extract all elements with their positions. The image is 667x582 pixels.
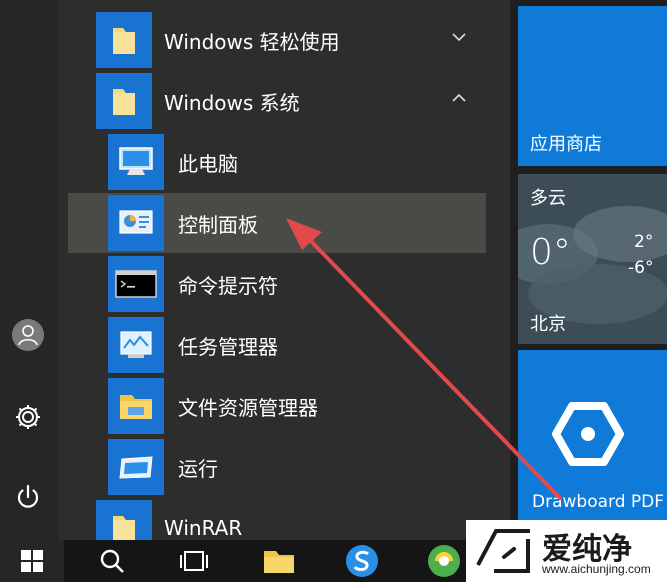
file-explorer-icon: [108, 378, 164, 434]
start-menu-rail: [0, 0, 58, 540]
taskbar-app-s[interactable]: [338, 540, 386, 582]
list-item-this-pc[interactable]: 此电脑: [58, 132, 488, 192]
chevron-down-icon[interactable]: [450, 28, 468, 46]
gear-icon: [16, 405, 40, 429]
tiles-area: 应用商店 多云 0° 2° -6° 北京 Drawboard PDF: [510, 0, 667, 540]
list-item-label: Windows 系统: [164, 90, 300, 115]
task-view-button[interactable]: [172, 540, 216, 582]
search-button[interactable]: [90, 540, 134, 582]
list-item-label: 任务管理器: [178, 334, 278, 359]
weather-condition: 多云: [530, 188, 566, 209]
app-s-icon: [346, 545, 378, 577]
drawboard-tile[interactable]: Drawboard PDF: [518, 350, 667, 522]
store-tile[interactable]: 应用商店: [518, 6, 667, 166]
list-item-task-manager[interactable]: 任务管理器: [58, 315, 488, 375]
computer-icon: [108, 134, 164, 190]
settings-button[interactable]: [9, 398, 47, 436]
list-item-label: Windows 轻松使用: [164, 29, 340, 54]
start-button[interactable]: [0, 540, 64, 582]
weather-tile[interactable]: 多云 0° 2° -6° 北京: [518, 174, 667, 344]
tile-label: Drawboard PDF: [532, 492, 665, 512]
list-item-run[interactable]: 运行: [58, 437, 488, 497]
weather-low: -6°: [628, 258, 654, 278]
app-list: Windows 轻松使用 Windows 系统 此电脑 控制面板 命令提示符 任…: [58, 0, 510, 556]
control-panel-icon: [108, 195, 164, 251]
list-item-label: 此电脑: [178, 151, 238, 176]
chevron-up-icon[interactable]: [450, 89, 468, 107]
browser-icon: [428, 545, 460, 577]
search-icon: [100, 549, 124, 573]
folder-icon: [264, 551, 294, 573]
list-item-label: 命令提示符: [178, 273, 278, 298]
list-item-command-prompt[interactable]: 命令提示符: [58, 254, 488, 314]
folder-icon: [96, 12, 152, 68]
list-item-file-explorer[interactable]: 文件资源管理器: [58, 376, 488, 436]
taskbar-browser[interactable]: [420, 540, 468, 582]
watermark: 爱纯净 www.aichunjing.com: [466, 520, 667, 582]
list-item-label: 文件资源管理器: [178, 395, 318, 420]
user-account-button[interactable]: [9, 316, 47, 354]
folder-icon: [96, 73, 152, 129]
list-item-windows-ease-of-access[interactable]: Windows 轻松使用: [58, 10, 488, 70]
watermark-logo-icon: [476, 529, 530, 573]
weather-temperature: 0°: [530, 232, 571, 273]
taskbar-file-explorer[interactable]: [255, 540, 303, 582]
task-manager-icon: [108, 317, 164, 373]
list-item-windows-system[interactable]: Windows 系统: [58, 71, 488, 131]
list-item-label: 运行: [178, 456, 218, 481]
list-item-label: WinRAR: [164, 516, 243, 540]
power-button[interactable]: [9, 478, 47, 516]
watermark-url: www.aichunjing.com: [542, 562, 651, 576]
run-icon: [108, 439, 164, 495]
task-view-icon: [180, 551, 208, 571]
weather-high: 2°: [634, 232, 654, 252]
windows-logo-icon: [21, 550, 43, 572]
power-icon: [17, 484, 39, 508]
tile-label: 应用商店: [530, 134, 602, 155]
weather-city: 北京: [530, 314, 566, 335]
list-item-control-panel[interactable]: 控制面板: [68, 193, 486, 253]
command-prompt-icon: [108, 256, 164, 312]
list-item-label: 控制面板: [178, 212, 258, 237]
user-icon: [12, 319, 44, 351]
